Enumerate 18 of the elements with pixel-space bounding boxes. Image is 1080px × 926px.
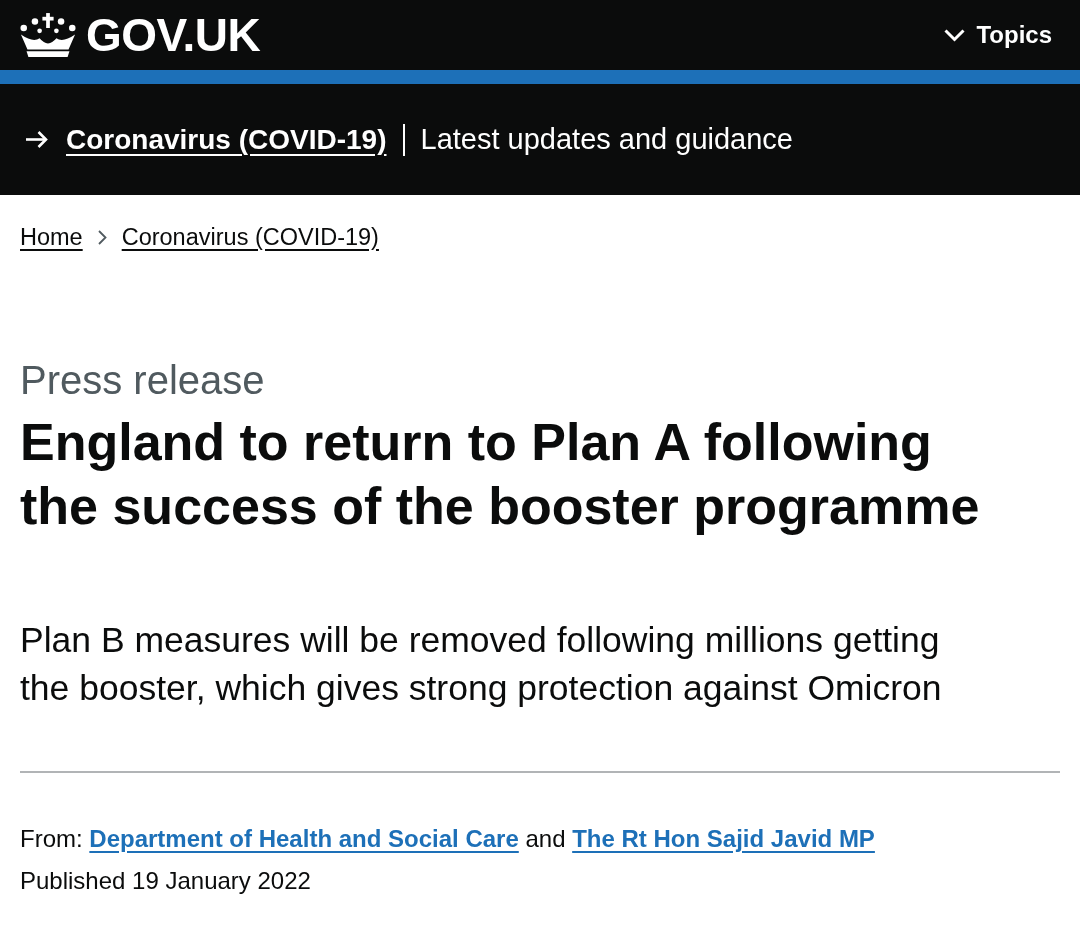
from-line: From: Department of Health and Social Care and The Rt Hon Sajid Javid MP	[20, 824, 876, 855]
organisation-link[interactable]: The Rt Hon Sajid Javid MP	[572, 825, 875, 853]
govuk-logo-link[interactable]: GOV.UK	[20, 12, 261, 58]
document-type: Press release	[20, 358, 266, 403]
organisation-link[interactable]: Department of Health and Social Care	[89, 825, 519, 853]
arrow-right-icon	[26, 131, 48, 148]
topics-menu-button[interactable]: Topics	[944, 17, 1052, 53]
chevron-right-icon	[97, 230, 107, 246]
logo-text: GOV.UK	[86, 12, 261, 58]
crown-logo-icon	[20, 13, 76, 57]
chevron-icon	[944, 28, 966, 42]
banner-description: Latest updates and guidance	[420, 121, 793, 157]
covid-link[interactable]: Coronavirus (COVID-19)	[66, 118, 387, 161]
breadcrumb-link[interactable]: Home	[20, 220, 83, 256]
breadcrumb-link[interactable]: Coronavirus (COVID-19)	[121, 220, 379, 256]
article-summary: Plan B measures will be removed following millions getting the booster, which gives strong protection against Omicron	[20, 619, 943, 711]
article-title: England to return to Plan A following the success of the booster programme	[20, 412, 981, 538]
published-date: Published 19 January 2022	[20, 866, 312, 897]
